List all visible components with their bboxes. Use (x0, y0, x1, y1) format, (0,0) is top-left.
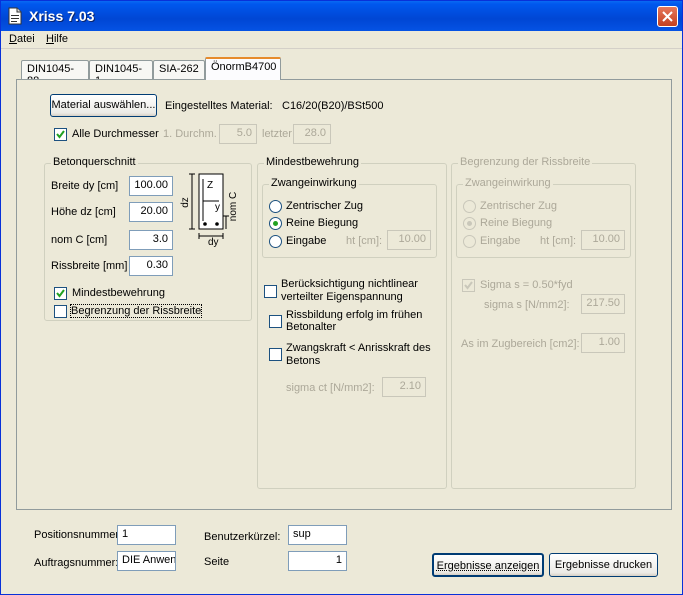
radio-input[interactable] (269, 235, 282, 248)
crack-centric-tension-label: Zentrischer Zug (480, 200, 558, 212)
pure-bending-label: Reine Biegung (286, 217, 359, 229)
diagram-z-label: Z (207, 180, 214, 191)
width-input[interactable]: 100.00 (129, 176, 173, 196)
limit-crack-checkbox[interactable] (54, 305, 67, 318)
main-window: Xriss 7.03 Datei Hilfe DIN1045-88 DIN104… (0, 0, 683, 595)
tab-din1045-88[interactable]: DIN1045-88 (21, 60, 89, 87)
sigma-s-checkbox-label: Sigma s = 0.50*fyd (480, 279, 573, 291)
close-button[interactable] (657, 6, 678, 27)
ht-label: ht [cm]: (346, 235, 383, 247)
radio-centric-tension[interactable] (269, 200, 282, 213)
diagram-nomc-label: nom C (228, 191, 240, 222)
radio-crack-input[interactable] (463, 235, 476, 248)
page-label: Seite (204, 556, 230, 568)
first-diameter-input[interactable]: 5.0 (219, 124, 257, 144)
radio-pure-bending[interactable] (269, 217, 282, 230)
early-cracking-label-1: Rissbildung erfolg im frühen (286, 309, 423, 321)
set-material-value: C16/20(B20)/BSt500 (282, 100, 384, 112)
diagram-dz-label: dz (179, 197, 191, 208)
height-input[interactable]: 20.00 (129, 202, 173, 222)
min-reinforcement-label: Mindestbewehrung (72, 287, 165, 299)
constraint-force-label-1: Zwangskraft < Anrisskraft des (286, 342, 431, 354)
radio-crack-pure-bending[interactable] (463, 217, 476, 230)
width-label: Breite dy [cm] (51, 180, 119, 192)
crack-ht-input[interactable]: 10.00 (581, 230, 625, 250)
all-diameters-checkbox[interactable] (54, 128, 67, 141)
crack-ht-label: ht [cm]: (540, 235, 577, 247)
cross-section-diagram: dz dy Z y nom C (179, 171, 247, 248)
tab-din1045-1[interactable]: DIN1045-1 (89, 60, 153, 87)
set-material-label: Eingestelltes Material: (165, 100, 273, 112)
radio-crack-centric-tension[interactable] (463, 200, 476, 213)
checkmark-icon (464, 281, 473, 290)
centric-tension-label: Zentrischer Zug (286, 200, 364, 212)
document-icon (7, 7, 23, 25)
sigma-s-label: sigma s [N/mm2]: (484, 299, 570, 311)
title-bar[interactable]: Xriss 7.03 (1, 1, 682, 31)
user-abbrev-label: Benutzerkürzel: (204, 531, 281, 543)
crack-pure-bending-label: Reine Biegung (480, 217, 553, 229)
nonlinear-label-2: verteilter Eigenspannung (281, 291, 403, 303)
position-number-label: Positionsnummer: (34, 529, 123, 541)
all-diameters-label: Alle Durchmesser (72, 128, 159, 140)
ht-input[interactable]: 10.00 (387, 230, 431, 250)
position-number-input[interactable]: 1 (117, 525, 176, 545)
checkmark-icon (56, 130, 65, 139)
cover-label: nom C [cm] (51, 234, 108, 246)
tab-onormb4700[interactable]: ÖnormB4700 (205, 57, 281, 80)
constraint-force-checkbox[interactable] (269, 348, 282, 361)
min-reinforcement-checkbox[interactable] (54, 287, 67, 300)
last-diameter-input[interactable]: 28.0 (293, 124, 331, 144)
min-reinforcement-group-title: Mindestbewehrung (264, 156, 361, 168)
crack-limit-constraint-title: Zwangeinwirkung (463, 177, 553, 189)
height-label: Höhe dz [cm] (51, 206, 116, 218)
cover-input[interactable]: 3.0 (129, 230, 173, 250)
nonlinear-label-1: Berücksichtigung nichtlinear (281, 278, 418, 290)
checkmark-icon (56, 289, 65, 298)
early-cracking-label-2: Betonalter (286, 321, 337, 333)
close-icon (662, 11, 673, 22)
as-tension-input[interactable]: 1.00 (581, 333, 625, 353)
sigma-ct-input[interactable]: 2.10 (382, 377, 426, 397)
menu-bar: Datei Hilfe (1, 31, 682, 49)
input-option-label: Eingabe (286, 235, 327, 247)
sigma-s-input[interactable]: 217.50 (581, 294, 625, 314)
select-material-button[interactable]: Material auswählen... (50, 94, 157, 117)
print-results-button[interactable]: Ergebnisse drucken (549, 553, 658, 577)
last-diameter-label: letzter (262, 128, 292, 140)
sigma-ct-label: sigma ct [N/mm2]: (286, 382, 375, 394)
constraint-group-title: Zwangeinwirkung (269, 177, 359, 189)
tab-sia-262[interactable]: SIA-262 (153, 60, 205, 80)
limit-crack-label: Begrenzung der Rissbreite (69, 304, 203, 318)
page-input[interactable]: 1 (288, 551, 347, 571)
diagram-y-label: y (215, 202, 220, 213)
sigma-s-checkbox[interactable] (462, 279, 475, 292)
diagram-dy-label: dy (208, 237, 219, 248)
crack-limit-group-title: Begrenzung der Rissbreite (458, 156, 593, 168)
crack-width-label: Rissbreite [mm] (51, 260, 128, 272)
order-number-label: Auftragsnummer: (34, 557, 119, 569)
constraint-force-label-2: Betons (286, 355, 321, 367)
as-tension-label: As im Zugbereich [cm2]: (461, 338, 580, 350)
crack-input-label: Eingabe (480, 235, 521, 247)
menu-hilfe[interactable]: Hilfe (46, 33, 68, 45)
section-group-title: Betonquerschnitt (51, 156, 138, 168)
first-diameter-label: 1. Durchm. (163, 128, 217, 140)
nonlinear-checkbox[interactable] (264, 285, 277, 298)
menu-datei[interactable]: Datei (9, 33, 35, 45)
user-abbrev-input[interactable]: sup (288, 525, 347, 545)
crack-width-input[interactable]: 0.30 (129, 256, 173, 276)
show-results-button[interactable]: Ergebnisse anzeigen (432, 553, 544, 577)
order-number-input[interactable]: DIE Anwen (117, 551, 176, 571)
window-title: Xriss 7.03 (29, 8, 95, 24)
early-cracking-checkbox[interactable] (269, 315, 282, 328)
